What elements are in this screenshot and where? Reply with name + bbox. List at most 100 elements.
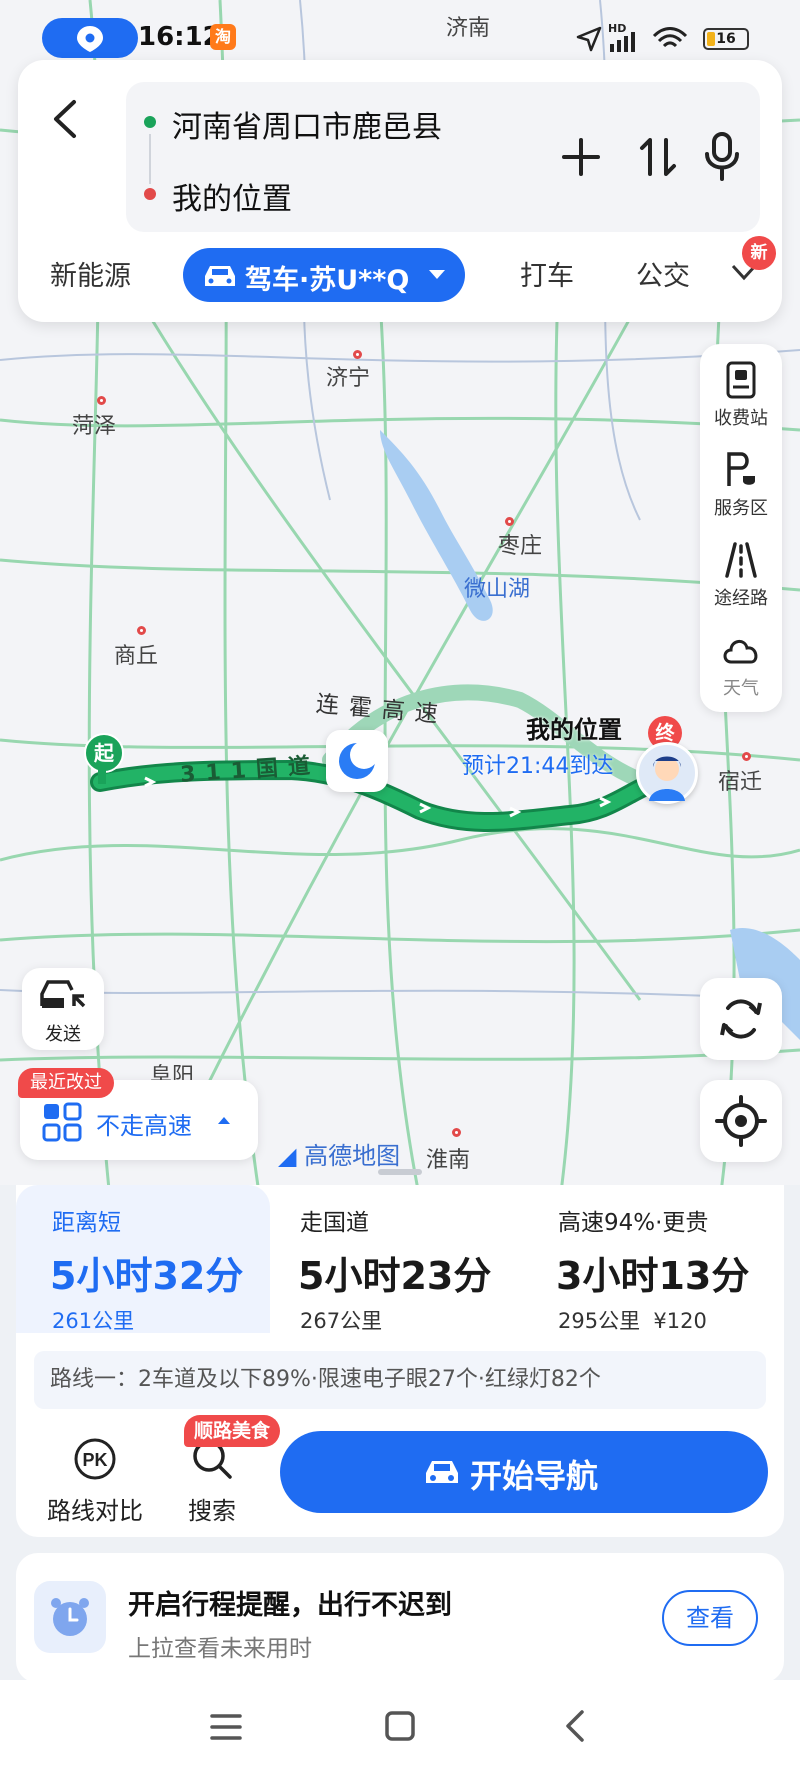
send-car-icon (40, 980, 86, 1008)
new-badge: 新 (742, 236, 776, 270)
pk-icon: PK (74, 1438, 116, 1480)
toll-station-button[interactable]: 收费站 (700, 360, 782, 430)
route-connector (149, 134, 151, 184)
refresh-route-button[interactable] (700, 978, 782, 1060)
amap-watermark: ◢ 高德地图 (278, 1142, 401, 1170)
city-marker (742, 752, 751, 761)
route-inputs: 河南省周口市鹿邑县 我的位置 (126, 82, 760, 232)
compare-label: 路线对比 (47, 1497, 143, 1525)
route-name: 走国道 (300, 1210, 369, 1236)
menu-icon[interactable] (208, 1710, 244, 1744)
start-navigation-button[interactable]: 开始导航 (280, 1431, 768, 1513)
start-marker[interactable]: 起 (84, 733, 124, 773)
location-pin-icon (77, 26, 103, 52)
send-to-car-button[interactable]: 发送 (22, 968, 104, 1050)
locate-me-button[interactable] (700, 1080, 782, 1162)
route-option-3[interactable]: 高速94%·更贵 3小时13分 295公里 ¥120 (526, 1185, 784, 1333)
system-nav-bar (0, 1680, 800, 1778)
origin-input[interactable]: 河南省周口市鹿邑县 (172, 102, 442, 146)
search-label: 搜索 (188, 1497, 236, 1525)
home-icon[interactable] (382, 1708, 418, 1744)
destination-dot-icon (144, 188, 156, 200)
toll-station-icon (726, 361, 756, 399)
microphone-icon[interactable] (702, 130, 742, 182)
trip-reminder-card[interactable]: 开启行程提醒，出行不迟到 上拉查看未来用时 查看 (16, 1553, 784, 1683)
routes-card: 距离短 5小时32分 261公里 走国道 5小时23分 267公里 高速94%·… (16, 1185, 784, 1537)
lake-weishan: 微山湖 (464, 577, 531, 602)
city-heze: 菏泽 (72, 414, 117, 439)
taobao-icon: 淘 (210, 24, 236, 50)
route-option-2[interactable]: 走国道 5小时23分 267公里 (270, 1185, 526, 1333)
route-name: 距离短 (52, 1210, 121, 1236)
city-zaozhuang: 枣庄 (498, 534, 543, 559)
chevron-up-icon (218, 1117, 230, 1124)
location-pill[interactable] (42, 18, 138, 58)
alarm-clock-icon (34, 1581, 106, 1653)
chevron-down-icon (429, 270, 445, 279)
map-tools-panel: 收费站 服务区 途经路 天气 (700, 344, 782, 712)
eta-label: 预计21:44到达 (462, 754, 614, 779)
service-area-label: 服务区 (714, 498, 768, 519)
sheet-drag-handle[interactable] (378, 1169, 422, 1175)
start-navigation-label: 开始导航 (470, 1457, 599, 1495)
route-duration: 5小时32分 (50, 1254, 244, 1298)
svg-text:PK: PK (82, 1450, 107, 1470)
grid-icon (42, 1102, 82, 1142)
crosshair-icon (715, 1095, 767, 1147)
car-icon (205, 266, 235, 286)
origin-dot-icon (144, 116, 156, 128)
battery-text: 16 (716, 31, 736, 47)
my-location-label: 我的位置 (526, 716, 622, 744)
battery-icon: 16 (703, 28, 749, 50)
night-mode-icon[interactable] (326, 730, 388, 792)
recently-changed-badge: 最近改过 (18, 1068, 114, 1098)
navigation-arrow-icon (576, 26, 602, 52)
back-nav-icon[interactable] (560, 1708, 590, 1744)
city-shangqiu: 商丘 (114, 644, 159, 669)
route-duration: 5小时23分 (298, 1254, 492, 1298)
reminder-subtitle: 上拉查看未来用时 (128, 1636, 312, 1662)
swap-route-icon[interactable] (636, 132, 680, 182)
route-option-1[interactable]: 距离短 5小时32分 261公里 (16, 1185, 270, 1333)
food-badge: 顺路美食 (184, 1415, 281, 1447)
signal-icon (610, 32, 635, 52)
weather-button[interactable]: 天气 (700, 630, 782, 700)
tab-new-energy[interactable]: 新能源 (50, 254, 131, 293)
route-distance: 261公里 (52, 1309, 135, 1333)
destination-input[interactable]: 我的位置 (172, 174, 292, 218)
city-marker (137, 626, 146, 635)
route-distance: 267公里 (300, 1309, 383, 1333)
waypoint-road-button[interactable]: 途经路 (700, 540, 782, 610)
back-icon[interactable] (46, 94, 86, 144)
city-jining: 济宁 (326, 366, 371, 391)
start-marker-pin (98, 770, 106, 784)
avatar[interactable] (636, 742, 698, 804)
service-area-button[interactable]: 服务区 (700, 450, 782, 520)
weather-label: 天气 (723, 678, 759, 699)
city-suqian: 宿迁 (718, 770, 763, 795)
tab-drive[interactable]: 驾车·苏U**Q (183, 248, 465, 302)
reminder-title: 开启行程提醒，出行不迟到 (128, 1590, 452, 1621)
cloud-icon (723, 640, 758, 664)
battery-level (707, 32, 715, 46)
service-area-icon (727, 452, 755, 486)
road-icon (725, 542, 757, 578)
city-marker (353, 350, 362, 359)
tab-bus[interactable]: 公交 (636, 254, 690, 293)
route-compare-button[interactable]: PK 路线对比 (36, 1435, 154, 1526)
preference-label: 不走高速 (96, 1112, 192, 1140)
search-button[interactable]: 搜索 (162, 1435, 262, 1526)
city-marker (505, 517, 514, 526)
route-name: 高速94%·更贵 (558, 1210, 709, 1236)
car-icon (426, 1461, 458, 1483)
tab-taxi[interactable]: 打车 (520, 254, 574, 293)
mode-tabs: 新能源 驾车·苏U**Q 打车 公交 新 (18, 236, 782, 306)
waypoint-road-label: 途经路 (714, 588, 768, 609)
tab-drive-label: 驾车·苏U**Q (245, 265, 410, 296)
route-distance: 295公里 ¥120 (558, 1309, 707, 1333)
route-details: 路线一：2车道及以下89%·限速电子眼27个·红绿灯82个 (34, 1351, 766, 1409)
add-waypoint-icon[interactable] (558, 134, 604, 180)
route-duration: 3小时13分 (556, 1254, 750, 1298)
wifi-icon (652, 27, 688, 48)
view-button[interactable]: 查看 (662, 1590, 758, 1646)
